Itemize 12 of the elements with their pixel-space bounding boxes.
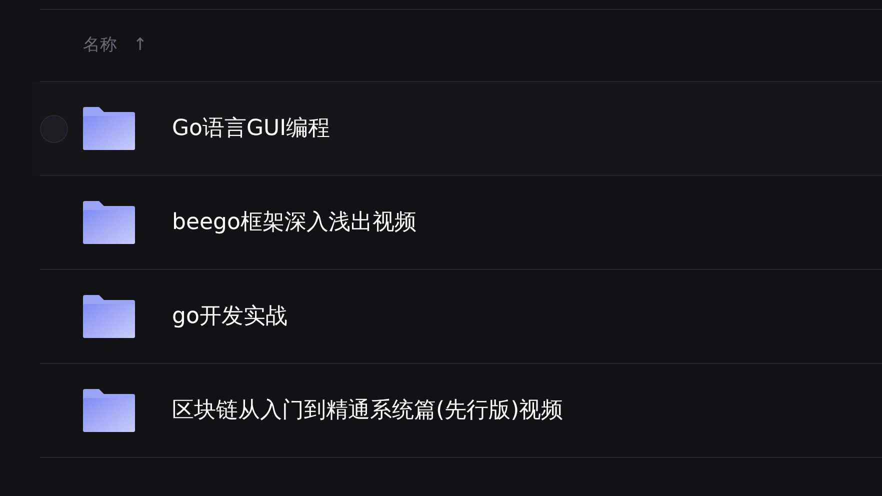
folder-icon xyxy=(83,201,135,244)
folder-icon xyxy=(83,107,135,150)
file-row[interactable]: go开发实战 xyxy=(32,270,882,364)
folder-name: Go语言GUI编程 xyxy=(172,115,330,143)
file-row[interactable]: Go语言GUI编程 xyxy=(32,82,882,176)
file-row[interactable]: beego框架深入浅出视频 xyxy=(32,176,882,270)
file-row[interactable]: 区块链从入门到精通系统篇(先行版)视频 xyxy=(32,364,882,458)
folder-icon xyxy=(83,389,135,432)
folder-icon xyxy=(83,295,135,338)
folder-name: beego框架深入浅出视频 xyxy=(172,209,416,237)
folder-name: 区块链从入门到精通系统篇(先行版)视频 xyxy=(172,397,564,425)
folder-name: go开发实战 xyxy=(172,303,288,331)
